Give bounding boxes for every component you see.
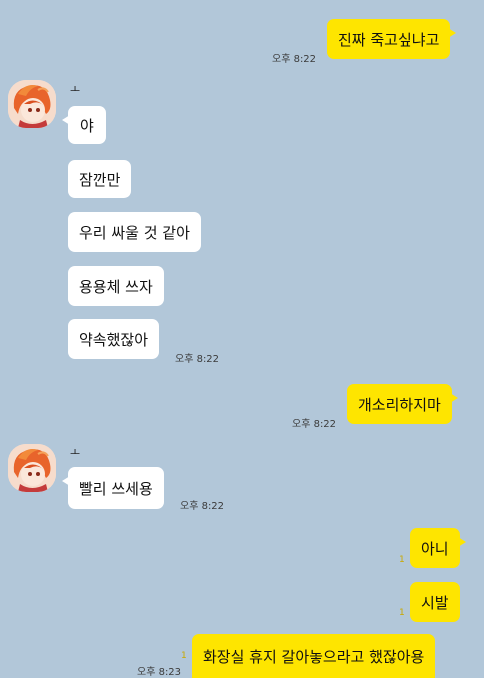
outgoing-message[interactable]: 개소리하지마 — [347, 384, 458, 424]
contact-name: ㅗ — [70, 83, 81, 96]
message-text: 개소리하지마 — [358, 395, 441, 414]
message-text: 진짜 죽고싶냐고 — [338, 30, 440, 49]
contact-avatar[interactable] — [8, 80, 56, 128]
message-timestamp: 오후 8:22 — [272, 54, 317, 65]
message-timestamp: 오후 8:22 — [180, 501, 225, 512]
message-text: 야 — [80, 116, 94, 135]
contact-name: ㅗ — [70, 446, 81, 459]
incoming-message[interactable]: 약속했잖아 — [68, 319, 160, 359]
read-count: 1 — [399, 608, 405, 618]
message-text: 우리 싸울 것 같아 — [79, 223, 190, 242]
outgoing-message[interactable]: 아니 — [410, 528, 466, 568]
read-count: 1 — [399, 555, 405, 565]
contact-avatar[interactable] — [8, 444, 56, 492]
incoming-message[interactable]: 용용체 쓰자 — [68, 266, 164, 306]
message-text: 잠깐만 — [79, 170, 121, 189]
incoming-message[interactable]: 잠깐만 — [68, 160, 132, 198]
message-text: 아니 — [421, 539, 449, 558]
chat-screen: 오후 8:22 진짜 죽고싶냐고 ㅗ 야 잠깐만 우리 싸울 것 같아 용용체 … — [0, 0, 484, 678]
incoming-message[interactable]: 우리 싸울 것 같아 — [68, 212, 201, 252]
incoming-message[interactable]: 빨리 쓰세용 — [62, 467, 164, 509]
outgoing-message[interactable]: 시발 — [410, 582, 460, 622]
read-count: 1 — [181, 651, 187, 661]
message-text: 약속했잖아 — [79, 330, 149, 349]
message-timestamp: 오후 8:22 — [175, 354, 220, 365]
message-timestamp: 오후 8:23 — [137, 667, 182, 678]
message-text: 빨리 쓰세용 — [79, 479, 153, 498]
outgoing-message[interactable]: 진짜 죽고싶냐고 — [327, 19, 457, 59]
anime-character-avatar-icon — [8, 444, 56, 492]
incoming-message[interactable]: 야 — [62, 106, 106, 144]
message-text: 시발 — [421, 593, 449, 612]
anime-character-avatar-icon — [8, 80, 56, 128]
message-text: 화장실 휴지 갈아놓으라고 했잖아용 — [203, 647, 425, 666]
message-text: 용용체 쓰자 — [79, 277, 153, 296]
message-timestamp: 오후 8:22 — [292, 419, 337, 430]
outgoing-message[interactable]: 화장실 휴지 갈아놓으라고 했잖아용 — [192, 634, 436, 678]
